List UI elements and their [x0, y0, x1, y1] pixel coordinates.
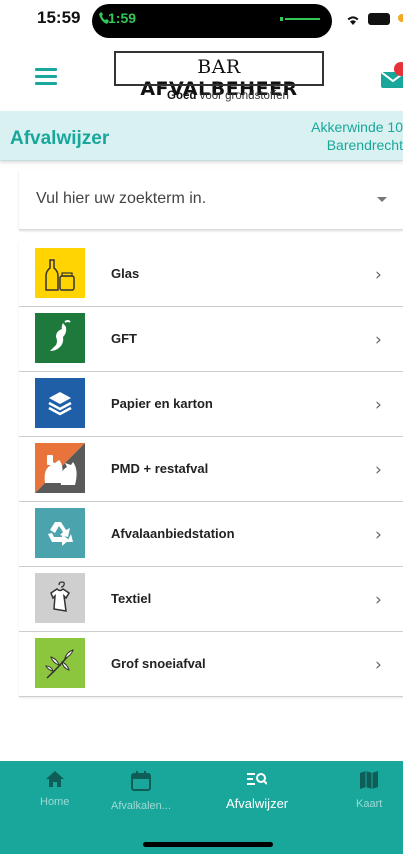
category-item-glas[interactable]: Glas ›: [19, 242, 403, 307]
nav-label-afvalwijzer: Afvalwijzer: [226, 796, 289, 811]
chevron-right-icon: ›: [375, 525, 382, 545]
afvalwijzer-subheader: Afvalwijzer Akkerwinde 10 Barendrecht: [0, 111, 403, 161]
category-label: Papier en karton: [111, 396, 213, 411]
category-item-textiel[interactable]: Textiel ›: [19, 567, 403, 632]
status-bar: 15:59 1:59: [0, 0, 403, 44]
category-label: Grof snoeiafval: [111, 656, 206, 671]
nav-label-afvalkalender: Afvalkalen...: [111, 800, 171, 812]
nav-afvalkalender[interactable]: Afvalkalen...: [111, 771, 171, 812]
category-label: GFT: [111, 331, 137, 346]
glass-icon: [35, 248, 85, 298]
wifi-icon: [347, 16, 359, 25]
category-label: Textiel: [111, 591, 152, 606]
nav-label-kaart: Kaart: [356, 798, 383, 810]
category-label: PMD + restafval: [111, 461, 209, 476]
battery-icon: [368, 13, 390, 25]
apple-core-icon: [35, 313, 85, 363]
category-item-grof-snoeiafval[interactable]: Grof snoeiafval ›: [19, 632, 403, 697]
chevron-right-icon: ›: [375, 265, 382, 285]
address-city: Barendrecht: [326, 137, 403, 153]
category-label: Afvalaanbiedstation: [111, 526, 235, 541]
list-search-icon: [247, 773, 268, 785]
chevron-right-icon: ›: [375, 655, 382, 675]
branch-icon: [35, 638, 85, 688]
notification-badge: [394, 62, 403, 76]
map-icon: [360, 771, 379, 789]
tagline-bold: Goed: [167, 90, 197, 102]
trash-bags-icon: [35, 443, 85, 493]
calendar-icon: [130, 771, 151, 791]
waste-category-list: Glas › GFT › Papier en karton › PMD + re…: [19, 242, 403, 697]
logo-tagline: Goed voor grondstoffen: [167, 90, 289, 102]
chevron-right-icon: ›: [375, 590, 382, 610]
category-item-afvalaanbiedstation[interactable]: Afvalaanbiedstation ›: [19, 502, 403, 567]
tagline-rest: voor grondstoffen: [196, 90, 289, 102]
nav-kaart[interactable]: Kaart: [356, 771, 382, 810]
category-label: Glas: [111, 266, 140, 281]
hamburger-menu-icon[interactable]: [35, 68, 57, 85]
nav-label-home: Home: [40, 796, 70, 808]
privacy-indicator-icon: [398, 14, 403, 22]
category-item-papier[interactable]: Papier en karton ›: [19, 372, 403, 437]
category-item-gft[interactable]: GFT ›: [19, 307, 403, 372]
logo-prefix: BAR: [197, 56, 241, 78]
status-time: 15:59: [37, 8, 81, 27]
category-item-pmd-restafval[interactable]: PMD + restafval ›: [19, 437, 403, 502]
search-placeholder: Vul hier uw zoekterm in.: [36, 190, 207, 207]
bottom-navigation: Home Afvalkalen... Afvalwijzer Kaart: [0, 761, 403, 854]
search-dropdown[interactable]: Vul hier uw zoekterm in.: [19, 170, 403, 230]
address-street: Akkerwinde 10: [311, 119, 403, 135]
shirt-icon: [35, 573, 85, 623]
home-indicator: [143, 842, 273, 847]
call-duration: 1:59: [108, 10, 137, 26]
paper-stack-icon: [35, 378, 85, 428]
bar-afvalbeheer-logo: BAR AFVALBEHEER: [114, 51, 324, 100]
chevron-right-icon: ›: [375, 330, 382, 350]
chevron-right-icon: ›: [375, 395, 382, 415]
app-header: BAR AFVALBEHEER Goed voor grondstoffen: [0, 44, 403, 110]
address[interactable]: Akkerwinde 10 Barendrecht: [311, 118, 403, 154]
chevron-right-icon: ›: [375, 460, 382, 480]
recycle-icon: [35, 508, 85, 558]
home-icon: [45, 771, 64, 787]
nav-home[interactable]: Home: [40, 771, 69, 808]
audio-wave-icon: [280, 17, 320, 21]
nav-afvalwijzer[interactable]: Afvalwijzer: [226, 771, 288, 811]
page-title: Afvalwijzer: [10, 128, 110, 149]
dropdown-caret-icon: [377, 197, 387, 202]
